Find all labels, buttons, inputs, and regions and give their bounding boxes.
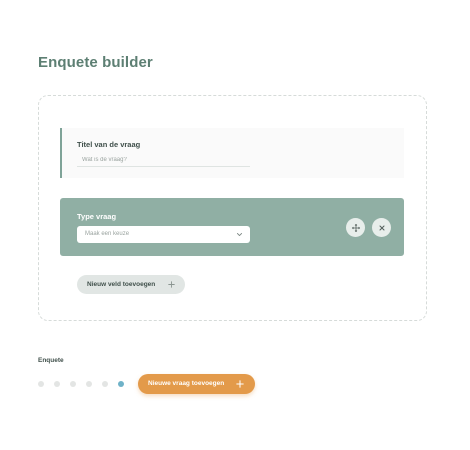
add-question-button[interactable]: Nieuwe vraag toevoegen: [138, 374, 255, 394]
add-field-button[interactable]: Nieuw veld toevoegen: [77, 275, 185, 294]
move-button[interactable]: [346, 218, 365, 237]
close-icon: [378, 224, 385, 231]
step-dot[interactable]: [54, 381, 60, 387]
add-question-label: Nieuwe vraag toevoegen: [148, 380, 225, 387]
question-type-select-value: Maak een keuze: [85, 231, 130, 237]
plus-icon: [168, 281, 175, 288]
question-type-label: Type vraag: [77, 212, 117, 221]
step-dot[interactable]: [70, 381, 76, 387]
question-field-block: [60, 128, 404, 178]
step-dot[interactable]: [86, 381, 92, 387]
question-type-select[interactable]: Maak een keuze: [77, 226, 250, 243]
step-dot-active[interactable]: [118, 381, 124, 387]
question-title-label: Titel van de vraag: [77, 140, 141, 149]
step-dot[interactable]: [102, 381, 108, 387]
step-dot[interactable]: [38, 381, 44, 387]
question-title-input[interactable]: [77, 154, 250, 167]
remove-question-button[interactable]: [372, 218, 391, 237]
move-icon: [351, 223, 360, 232]
survey-label: Enquete: [38, 357, 64, 364]
page-title: Enquete builder: [38, 54, 153, 71]
add-field-label: Nieuw veld toevoegen: [87, 281, 156, 288]
chevron-down-icon: [236, 232, 243, 237]
plus-icon: [236, 380, 244, 388]
